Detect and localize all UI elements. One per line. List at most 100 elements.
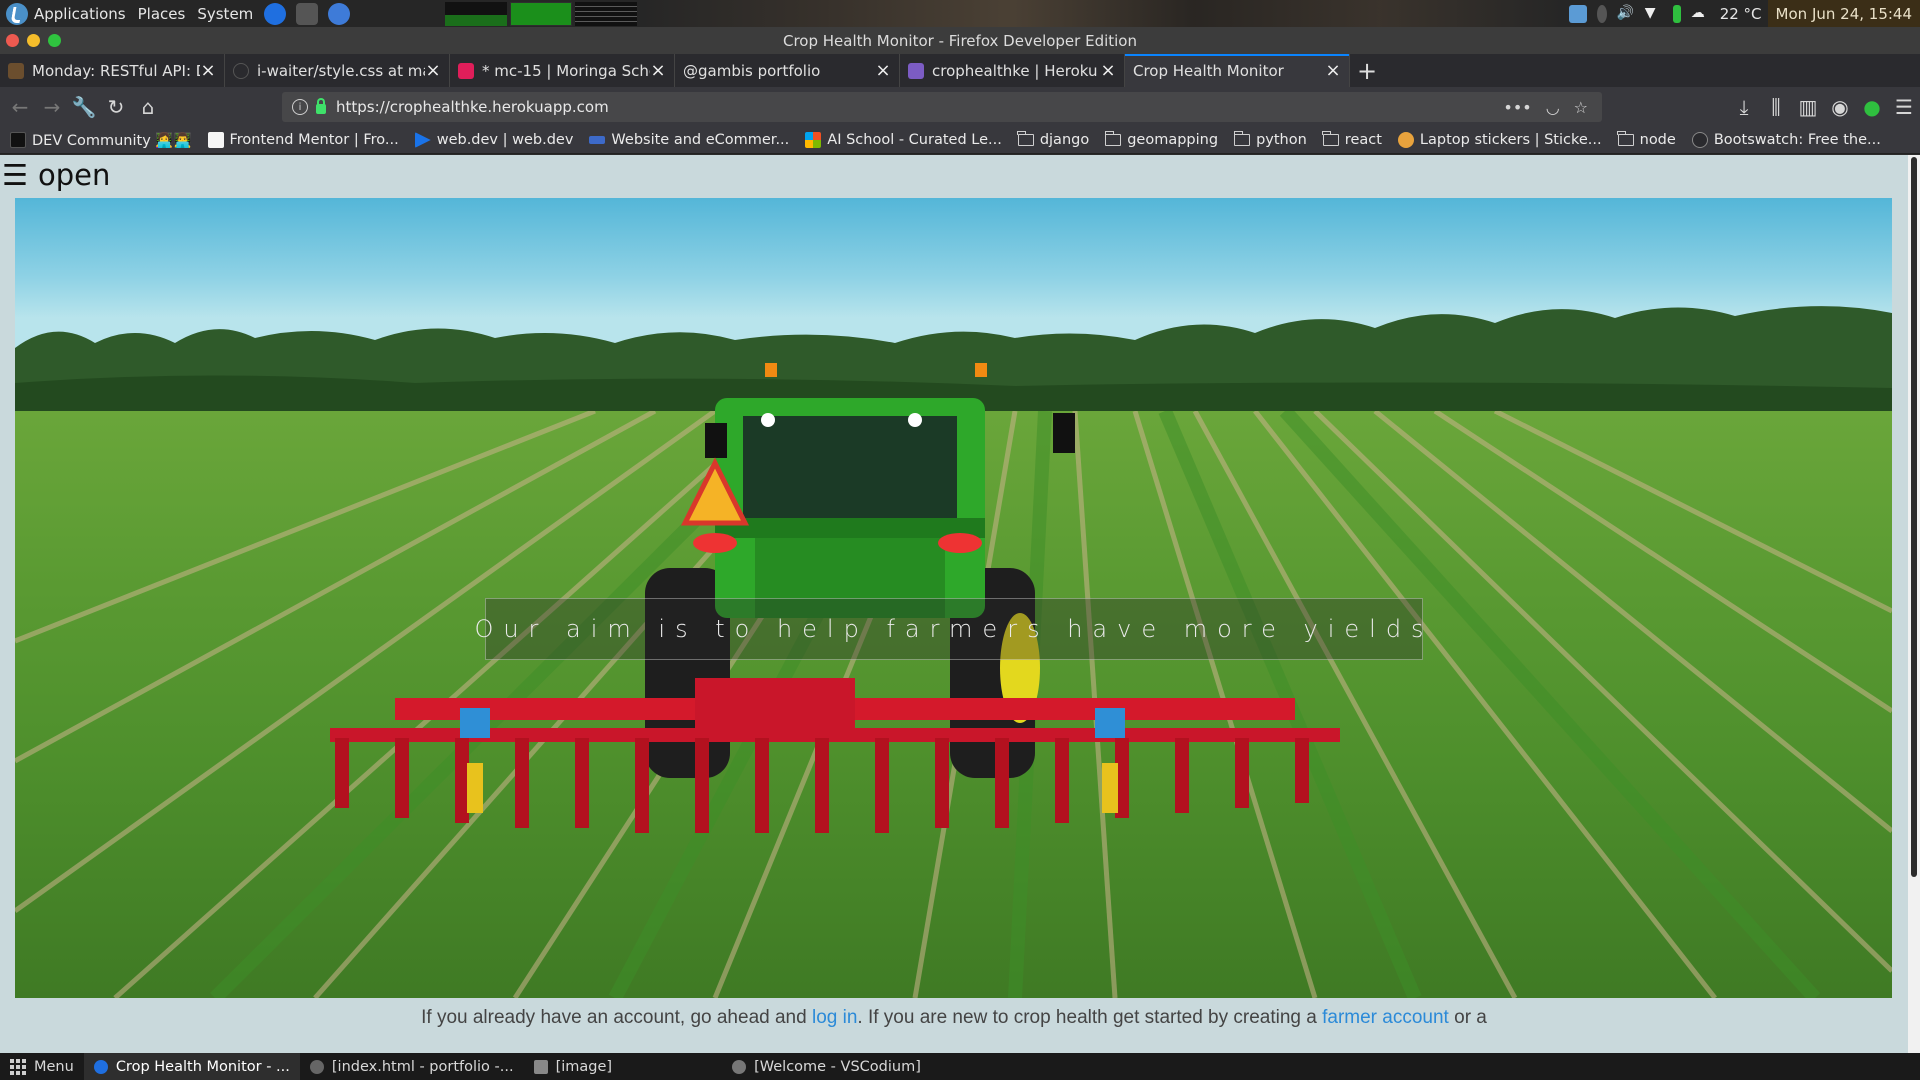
scrollbar-thumb[interactable] [1911, 157, 1917, 877]
navigation-bar: ← → 🔧 ↻ ⌂ i https://crophealthke.herokua… [0, 87, 1920, 127]
tab[interactable]: crophealthke | Heroku × [900, 54, 1125, 87]
tools-wrench-icon[interactable]: 🔧 [68, 91, 100, 123]
cpu-graph [445, 1, 508, 26]
wifi-icon[interactable]: ▼ [1645, 5, 1663, 23]
login-link[interactable]: log in [812, 1007, 857, 1028]
tab[interactable]: * mc-15 | Moringa Schoo × [450, 54, 675, 87]
bookmark-folder[interactable]: react [1322, 131, 1382, 148]
system-menu[interactable]: System [191, 0, 259, 27]
hero-image: Our aim is to help farmers have more yie… [15, 198, 1892, 998]
bookmark-star-icon[interactable]: ☆ [1574, 98, 1588, 117]
page-actions-icon[interactable]: ••• [1503, 98, 1531, 117]
url-bar[interactable]: i https://crophealthke.herokuapp.com •••… [282, 92, 1602, 122]
tab-active[interactable]: Crop Health Monitor × [1125, 54, 1350, 87]
taskbar-window-item[interactable]: [index.html - portfolio -... [300, 1053, 524, 1080]
bookmark-folder[interactable]: geomapping [1104, 131, 1218, 148]
home-icon[interactable]: ⌂ [132, 91, 164, 123]
bookmark-item[interactable]: Bootswatch: Free the... [1691, 132, 1881, 148]
website-icon [589, 136, 606, 144]
tab-close-icon[interactable]: × [875, 60, 891, 81]
dev-icon [10, 132, 26, 148]
page-scrollbar[interactable] [1908, 155, 1920, 1053]
tab-close-icon[interactable]: × [1100, 60, 1116, 81]
taskbar-menu-button[interactable]: Menu [0, 1053, 84, 1080]
back-icon[interactable]: ← [4, 91, 36, 123]
open-sidenav-button[interactable]: ☰ open [2, 155, 110, 195]
bookmark-item[interactable]: Frontend Mentor | Fro... [207, 132, 399, 148]
taskbar-window-label: [index.html - portfolio -... [331, 1058, 514, 1075]
panel-background [640, 0, 1564, 27]
firefox-launcher-icon[interactable] [264, 2, 287, 25]
heroku-icon [908, 62, 924, 79]
bookmark-folder[interactable]: django [1017, 131, 1089, 148]
pocket-icon[interactable]: ◡ [1546, 98, 1560, 117]
taskbar-window-label: [Welcome - VSCodium] [754, 1058, 921, 1075]
window-close-button[interactable] [6, 34, 19, 47]
folder-icon [1017, 131, 1034, 146]
library-icon[interactable]: ⫼ [1760, 91, 1792, 123]
clock[interactable]: Mon Jun 24, 15:44 [1767, 0, 1920, 27]
bluetooth-icon[interactable] [1596, 4, 1607, 23]
places-menu[interactable]: Places [132, 0, 192, 27]
microsoft-icon [805, 132, 822, 148]
folder-icon [1104, 131, 1122, 146]
vscodium-icon [732, 1059, 747, 1074]
tab-close-icon[interactable]: × [650, 60, 666, 81]
new-tab-button[interactable]: + [1350, 54, 1384, 87]
slogan-text: Our aim is to help farmers have more yie… [474, 615, 1434, 643]
bookmark-folder[interactable]: node [1617, 131, 1676, 148]
volume-icon[interactable]: 🔊 [1617, 5, 1635, 23]
taskbar-window-item[interactable]: [Welcome - VSCodium] [722, 1053, 931, 1080]
window-minimize-button[interactable] [27, 34, 40, 47]
tab-label: Crop Health Monitor [1133, 61, 1284, 80]
reload-icon[interactable]: ↻ [100, 91, 132, 123]
account-icon[interactable]: ◉ [1824, 91, 1856, 123]
bookmark-item[interactable]: Website and eCommer... [589, 132, 789, 148]
settings-launcher-icon[interactable] [328, 2, 351, 25]
weather-temperature[interactable]: 22 °C [1714, 0, 1768, 27]
menu-hamburger-icon[interactable]: ☰ [1888, 91, 1920, 123]
lock-icon [316, 98, 326, 114]
bookmark-item[interactable]: AI School - Curated Le... [805, 132, 1002, 148]
forward-icon[interactable]: → [36, 91, 68, 123]
extension-icon[interactable]: ● [1856, 91, 1888, 123]
bookmark-label: Laptop stickers | Sticke... [1419, 132, 1602, 148]
notes-icon[interactable] [1568, 4, 1587, 23]
distro-logo-icon[interactable] [6, 2, 28, 25]
tab-close-icon[interactable]: × [200, 60, 216, 81]
bookmark-item[interactable]: Laptop stickers | Sticke... [1397, 132, 1602, 148]
bookmark-folder[interactable]: python [1233, 131, 1307, 148]
bookmark-label: web.dev | web.dev [436, 132, 574, 148]
tab[interactable]: Monday: RESTful API: Dj × [0, 54, 225, 87]
window-maximize-button[interactable] [48, 34, 61, 47]
taskbar-window-item[interactable]: Crop Health Monitor - ... [83, 1053, 300, 1080]
tab[interactable]: i-waiter/style.css at mas × [225, 54, 450, 87]
intro-text: or a [1448, 1007, 1487, 1028]
farmer-account-link[interactable]: farmer account [1322, 1007, 1449, 1028]
battery-icon[interactable] [1672, 4, 1681, 23]
web-page: ☰ open Our aim is to help farmers have m… [0, 155, 1908, 1053]
bookmark-item[interactable]: web.dev | web.dev [414, 132, 574, 148]
download-icon[interactable]: ⤓ [1728, 91, 1760, 123]
applications-menu[interactable]: Applications [28, 0, 132, 27]
tab-close-icon[interactable]: × [425, 60, 441, 81]
taskbar-window-item[interactable]: [image] [524, 1053, 622, 1080]
bookmark-label: Frontend Mentor | Fro... [229, 132, 399, 148]
slogan-banner: Our aim is to help farmers have more yie… [474, 598, 1424, 660]
weather-icon: ☁ [1690, 4, 1705, 21]
system-tray: 🔊 ▼ ☁ 22 °C Mon Jun 24, 15:44 [1564, 0, 1920, 27]
sidebar-icon[interactable]: ▥ [1792, 91, 1824, 123]
tab[interactable]: @gambis portfolio × [675, 54, 900, 87]
folder-icon [1233, 131, 1251, 146]
url-text[interactable]: https://crophealthke.herokuapp.com [336, 98, 1503, 116]
intro-paragraph: If you already have an account, go ahead… [0, 1007, 1908, 1029]
sticker-icon [1397, 132, 1414, 148]
terminal-launcher-icon[interactable] [296, 2, 319, 25]
editor-icon [309, 1059, 324, 1074]
tab-close-icon[interactable]: × [1325, 60, 1341, 81]
bookmark-label: react [1344, 132, 1382, 148]
bookmark-item[interactable]: DEV Community 👩‍💻👨‍💻 [10, 132, 192, 149]
bookmark-label: DEV Community 👩‍💻👨‍💻 [32, 132, 192, 149]
intro-text: If you already have an account, go ahead… [421, 1007, 812, 1028]
site-info-icon[interactable]: i [292, 99, 308, 115]
